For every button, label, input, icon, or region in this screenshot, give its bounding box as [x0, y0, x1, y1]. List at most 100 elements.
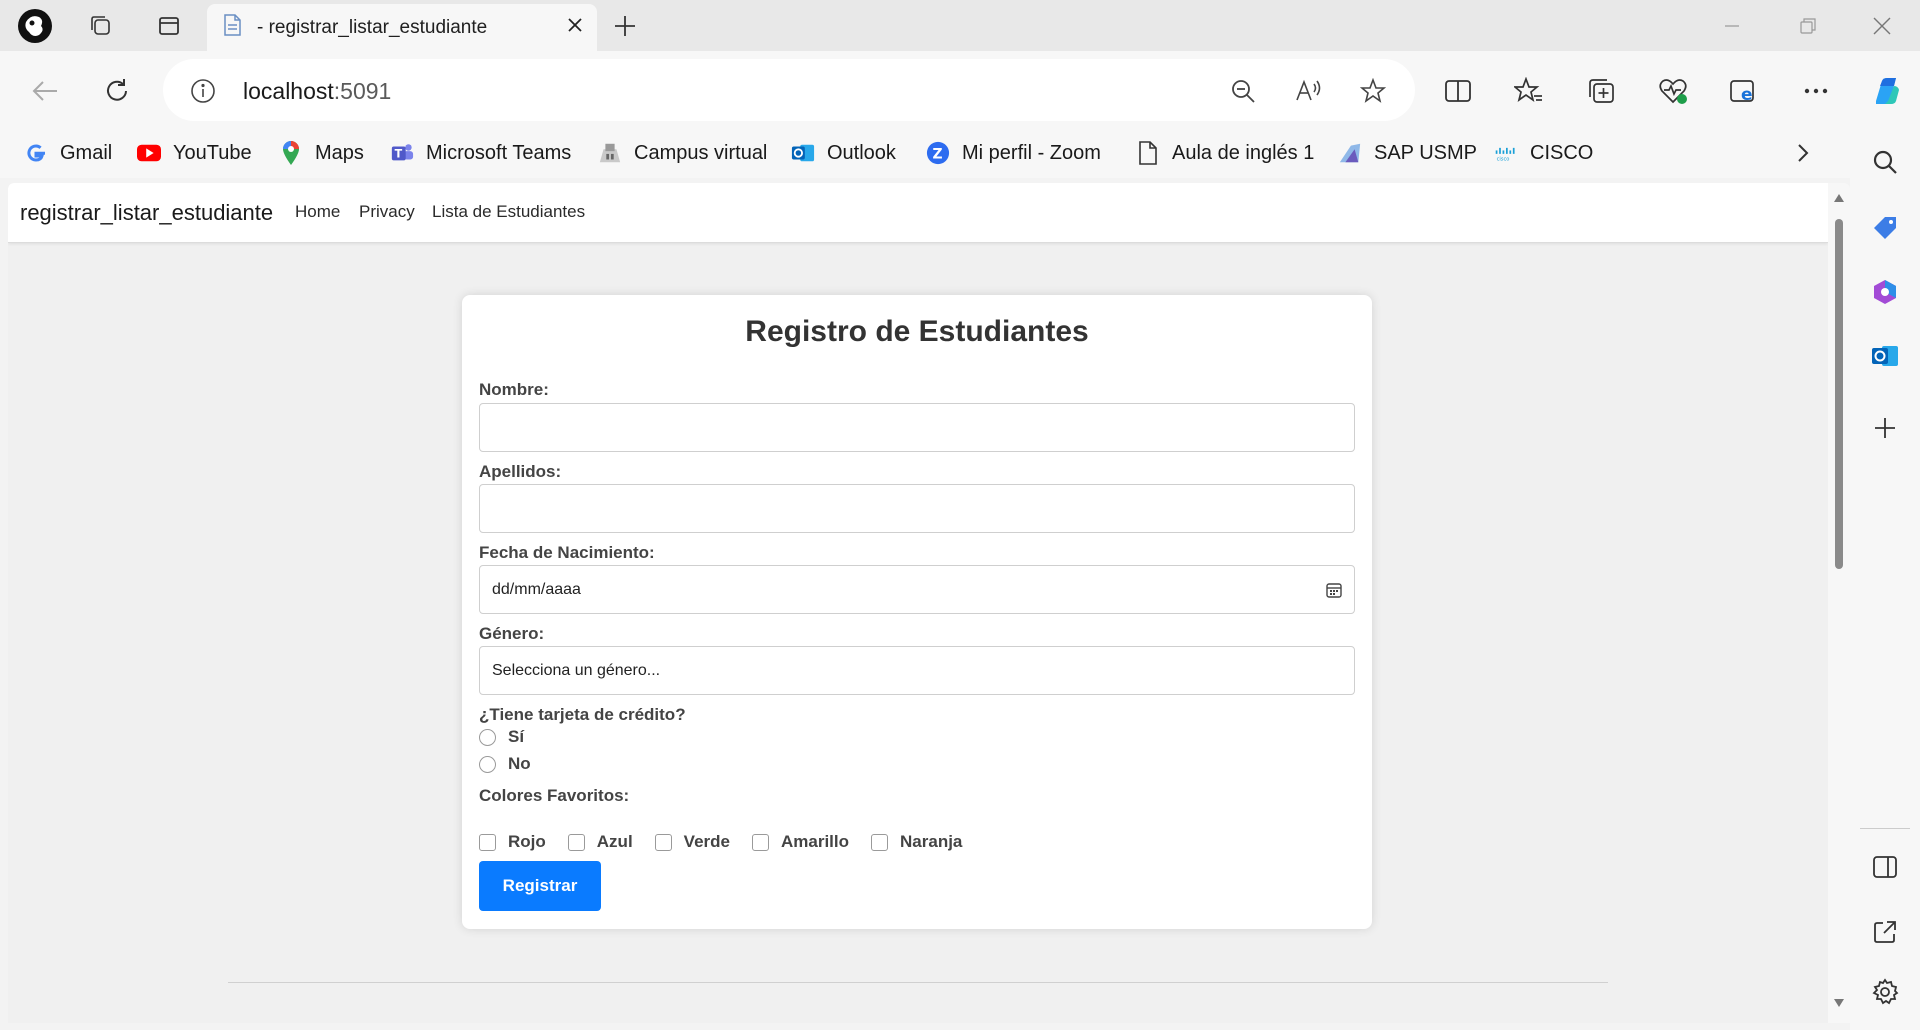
radio-no[interactable]: No — [479, 753, 531, 775]
collections-icon[interactable] — [1582, 71, 1622, 111]
scroll-thumb[interactable] — [1835, 219, 1843, 569]
scroll-up-arrow-icon[interactable] — [1833, 193, 1845, 203]
genero-select[interactable]: Selecciona un género... — [479, 646, 1355, 695]
page-icon — [221, 13, 243, 42]
back-icon[interactable] — [25, 71, 65, 111]
genero-selected-value: Selecciona un género... — [492, 662, 661, 679]
read-aloud-icon[interactable] — [1290, 73, 1326, 109]
address-bar[interactable]: localhost:5091 — [163, 59, 1415, 121]
checkbox[interactable] — [567, 833, 585, 851]
radio-button[interactable] — [479, 755, 496, 773]
tab-active[interactable]: - registrar_listar_estudiante — [207, 4, 597, 51]
page-scrollbar[interactable] — [1828, 183, 1850, 1023]
outlook-icon — [791, 141, 815, 165]
favorite-youtube[interactable]: YouTube — [137, 138, 252, 168]
fecha-placeholder: dd/mm/aaaa — [492, 581, 581, 598]
site-info-icon[interactable] — [185, 73, 221, 109]
refresh-icon[interactable] — [97, 71, 137, 111]
fecha-label: Fecha de Nacimiento: — [479, 543, 655, 562]
site-navbar: registrar_listar_estudiante Home Privacy… — [8, 183, 1828, 243]
more-options-icon[interactable] — [1796, 71, 1836, 111]
browser-essentials-icon[interactable] — [1653, 71, 1693, 111]
favorite-gmail[interactable]: Gmail — [24, 138, 112, 168]
favorite-cisco[interactable]: cisco CISCO — [1494, 138, 1593, 168]
vertical-tabs-icon[interactable] — [151, 8, 187, 44]
copilot-icon[interactable] — [1866, 71, 1906, 111]
cisco-icon: cisco — [1494, 141, 1518, 165]
radio-button[interactable] — [479, 728, 496, 746]
office-icon[interactable] — [1867, 274, 1903, 310]
nombre-label: Nombre: — [479, 380, 549, 399]
svg-text:T: T — [395, 148, 403, 161]
settings-gear-icon[interactable] — [1867, 974, 1903, 1010]
add-sidebar-app-icon[interactable] — [1867, 410, 1903, 446]
apellidos-label: Apellidos: — [479, 462, 562, 481]
svg-text:Z: Z — [932, 147, 942, 163]
checkbox-amarillo[interactable]: Amarillo — [751, 832, 849, 852]
outlook-sidebar-icon[interactable] — [1867, 338, 1903, 374]
close-window-icon[interactable] — [1862, 8, 1902, 44]
radio-si[interactable]: Sí — [479, 726, 524, 748]
internet-explorer-mode-icon[interactable]: e — [1724, 71, 1764, 111]
workspaces-icon[interactable] — [83, 8, 119, 44]
restore-icon[interactable] — [1788, 8, 1828, 44]
favorite-outlook[interactable]: Outlook — [791, 138, 896, 168]
favorite-maps[interactable]: Maps — [279, 138, 364, 168]
favorite-star-icon[interactable] — [1355, 73, 1391, 109]
checkbox[interactable] — [479, 833, 496, 851]
favorites-icon[interactable] — [1509, 71, 1549, 111]
checkbox-verde[interactable]: Verde — [654, 832, 730, 852]
google-icon — [24, 141, 48, 165]
minimize-icon[interactable] — [1712, 8, 1752, 44]
calendar-icon[interactable] — [1324, 580, 1344, 600]
close-tab-icon[interactable] — [567, 17, 583, 38]
checkbox[interactable] — [654, 833, 672, 851]
nav-home[interactable]: Home — [295, 202, 340, 222]
open-external-icon[interactable] — [1867, 914, 1903, 950]
checkbox-rojo[interactable]: Rojo — [479, 832, 546, 852]
nombre-input[interactable] — [479, 403, 1355, 452]
site-brand[interactable]: registrar_listar_estudiante — [20, 200, 273, 226]
navigation-bar: localhost:5091 e — [0, 51, 1920, 128]
favorite-aula-ingles[interactable]: Aula de inglés 1 — [1136, 138, 1314, 168]
url-text[interactable]: localhost:5091 — [243, 78, 391, 105]
profile-avatar-icon[interactable] — [17, 8, 53, 44]
zoom-out-icon[interactable] — [1225, 73, 1261, 109]
favorites-bar: Gmail YouTube Maps T Microsoft Teams Cam… — [0, 128, 1920, 178]
youtube-icon — [137, 141, 161, 165]
hide-sidebar-icon[interactable] — [1867, 849, 1903, 885]
teams-icon: T — [390, 141, 414, 165]
checkbox[interactable] — [871, 833, 889, 851]
apellidos-input[interactable] — [479, 484, 1355, 533]
svg-text:cisco: cisco — [1497, 157, 1510, 163]
favorite-sap-usmp[interactable]: SAP USMP — [1338, 138, 1477, 168]
svg-text:e: e — [1741, 85, 1753, 105]
colores-label: Colores Favoritos: — [479, 786, 630, 805]
checkbox[interactable] — [751, 833, 769, 851]
maps-icon — [279, 141, 303, 165]
checkbox-azul[interactable]: Azul — [567, 832, 633, 852]
favorite-zoom[interactable]: Z Mi perfil - Zoom — [926, 138, 1101, 168]
split-screen-icon[interactable] — [1438, 71, 1478, 111]
registrar-button[interactable]: Registrar — [479, 861, 601, 911]
fecha-nacimiento-input[interactable]: dd/mm/aaaa — [479, 565, 1355, 614]
form-title: Registro de Estudiantes — [745, 315, 1089, 348]
favorite-teams[interactable]: T Microsoft Teams — [390, 138, 571, 168]
tarjeta-label: ¿Tiene tarjeta de crédito? — [479, 705, 686, 724]
genero-label: Género: — [479, 624, 545, 643]
sidebar-divider — [1860, 828, 1910, 829]
zoom-icon: Z — [926, 141, 950, 165]
new-tab-icon[interactable] — [607, 8, 643, 44]
more-favorites-chevron-icon[interactable] — [1796, 138, 1810, 168]
tab-strip: - registrar_listar_estudiante — [0, 0, 1920, 51]
tab-title: - registrar_listar_estudiante — [257, 16, 488, 38]
nav-lista-estudiantes[interactable]: Lista de Estudiantes — [432, 202, 585, 222]
sap-icon — [1338, 141, 1362, 165]
checkbox-naranja[interactable]: Naranja — [871, 832, 962, 852]
nav-privacy[interactable]: Privacy — [359, 202, 415, 222]
page-viewport: registrar_listar_estudiante Home Privacy… — [8, 183, 1850, 1023]
search-icon[interactable] — [1867, 144, 1903, 180]
shopping-tag-icon[interactable] — [1867, 210, 1903, 246]
favorite-campus-virtual[interactable]: Campus virtual — [598, 138, 767, 168]
scroll-down-arrow-icon[interactable] — [1833, 998, 1845, 1008]
